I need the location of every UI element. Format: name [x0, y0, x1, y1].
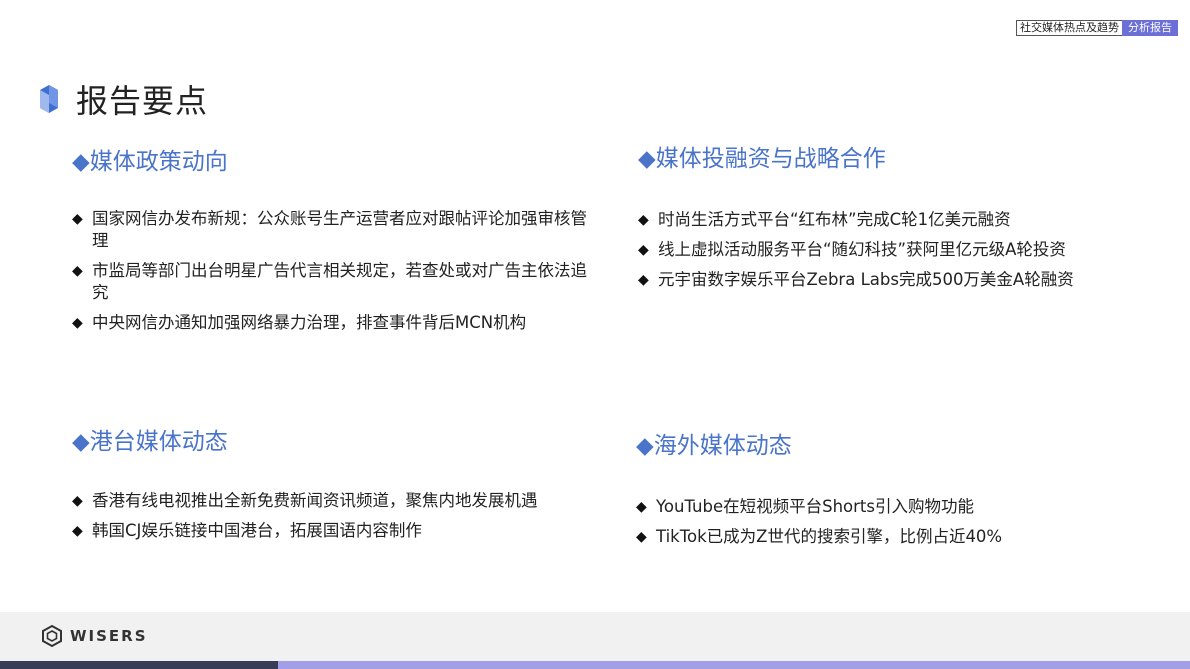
section-list: ◆ 时尚生活方式平台“红布林”完成C轮1亿美元融资 ◆ 线上虚拟活动服务平台“随幻科…	[638, 209, 1108, 291]
bottom-bar-dark	[0, 661, 278, 669]
section-hk-tw-media: ◆港台媒体动态 ◆ 香港有线电视推出全新免费新闻资讯频道，聚焦内地发展机遇 ◆ 韩国…	[72, 422, 612, 550]
list-item: ◆ 线上虚拟活动服务平台“随幻科技”获阿里亿元级A轮投资	[638, 239, 1108, 261]
list-item: ◆ YouTube在短视频平台Shorts引入购物功能	[636, 496, 1106, 518]
list-item: ◆ 市监局等部门出台明星广告代言相关规定，若查处或对广告主依法追究	[72, 260, 592, 304]
wisers-logo-icon	[42, 624, 62, 648]
bullet-icon: ◆	[72, 263, 83, 279]
bullet-icon: ◆	[72, 315, 83, 331]
list-item-text: YouTube在短视频平台Shorts引入购物功能	[656, 497, 974, 516]
section-title: ◆媒体投融资与战略合作	[638, 146, 886, 172]
section-list: ◆ 香港有线电视推出全新免费新闻资讯频道，聚焦内地发展机遇 ◆ 韩国CJ娱乐链接中国…	[72, 490, 612, 542]
report-badge-primary: 社交媒体热点及趋势	[1016, 20, 1122, 36]
list-item-text: 元宇宙数字娱乐平台Zebra Labs完成500万美金A轮融资	[658, 270, 1074, 289]
list-item-text: TikTok已成为Z世代的搜索引擎，比例占近40%	[656, 527, 1003, 546]
list-item: ◆ 香港有线电视推出全新免费新闻资讯频道，聚焦内地发展机遇	[72, 490, 612, 512]
bullet-icon: ◆	[72, 211, 83, 227]
list-item: ◆ 时尚生活方式平台“红布林”完成C轮1亿美元融资	[638, 209, 1108, 231]
bullet-icon: ◆	[72, 523, 83, 539]
wisers-logo: WISERS	[40, 624, 148, 648]
page-title: 报告要点	[76, 82, 209, 121]
list-item-text: 香港有线电视推出全新免费新闻资讯频道，聚焦内地发展机遇	[92, 491, 538, 510]
list-item: ◆ TikTok已成为Z世代的搜索引擎，比例占近40%	[636, 526, 1106, 548]
list-item-text: 中央网信办通知加强网络暴力治理，排查事件背后MCN机构	[92, 313, 527, 332]
section-overseas-media: ◆海外媒体动态 ◆ YouTube在短视频平台Shorts引入购物功能 ◆ TikT…	[636, 426, 1106, 556]
report-badge-secondary: 分析报告	[1122, 20, 1178, 36]
section-media-policy: ◆媒体政策动向 ◆ 国家网信办发布新规：公众账号生产运营者应对跟帖评论加强审核管理…	[72, 142, 592, 342]
hexagon-icon	[40, 85, 58, 114]
bullet-icon: ◆	[638, 272, 649, 288]
report-badge: 社交媒体热点及趋势 分析报告	[1016, 20, 1178, 36]
bullet-icon: ◆	[636, 529, 647, 545]
list-item: ◆ 中央网信办通知加强网络暴力治理，排查事件背后MCN机构	[72, 312, 592, 334]
bullet-icon: ◆	[72, 493, 83, 509]
list-item-text: 线上虚拟活动服务平台“随幻科技”获阿里亿元级A轮投资	[658, 240, 1066, 259]
list-item: ◆ 韩国CJ娱乐链接中国港台，拓展国语内容制作	[72, 520, 612, 542]
bullet-icon: ◆	[638, 212, 649, 228]
footer: WISERS	[0, 612, 1190, 661]
list-item-text: 国家网信办发布新规：公众账号生产运营者应对跟帖评论加强审核管理	[92, 209, 587, 250]
section-list: ◆ 国家网信办发布新规：公众账号生产运营者应对跟帖评论加强审核管理 ◆ 市监局等部门…	[72, 208, 592, 334]
page-title-block: 报告要点	[38, 55, 208, 144]
bottom-bar-light	[278, 661, 1190, 669]
section-media-investment: ◆媒体投融资与战略合作 ◆ 时尚生活方式平台“红布林”完成C轮1亿美元融资 ◆ 线上…	[638, 139, 1108, 299]
list-item-text: 时尚生活方式平台“红布林”完成C轮1亿美元融资	[658, 210, 1011, 229]
section-title: ◆海外媒体动态	[636, 433, 792, 459]
bullet-icon: ◆	[636, 499, 647, 515]
section-title: ◆港台媒体动态	[72, 429, 228, 455]
section-title: ◆媒体政策动向	[72, 149, 228, 175]
list-item-text: 韩国CJ娱乐链接中国港台，拓展国语内容制作	[92, 521, 422, 540]
list-item: ◆ 元宇宙数字娱乐平台Zebra Labs完成500万美金A轮融资	[638, 269, 1108, 291]
list-item: ◆ 国家网信办发布新规：公众账号生产运营者应对跟帖评论加强审核管理	[72, 208, 592, 252]
section-list: ◆ YouTube在短视频平台Shorts引入购物功能 ◆ TikTok已成为Z世代…	[636, 496, 1106, 548]
bullet-icon: ◆	[638, 242, 649, 258]
logo-text: WISERS	[70, 627, 148, 645]
list-item-text: 市监局等部门出台明星广告代言相关规定，若查处或对广告主依法追究	[92, 261, 587, 302]
